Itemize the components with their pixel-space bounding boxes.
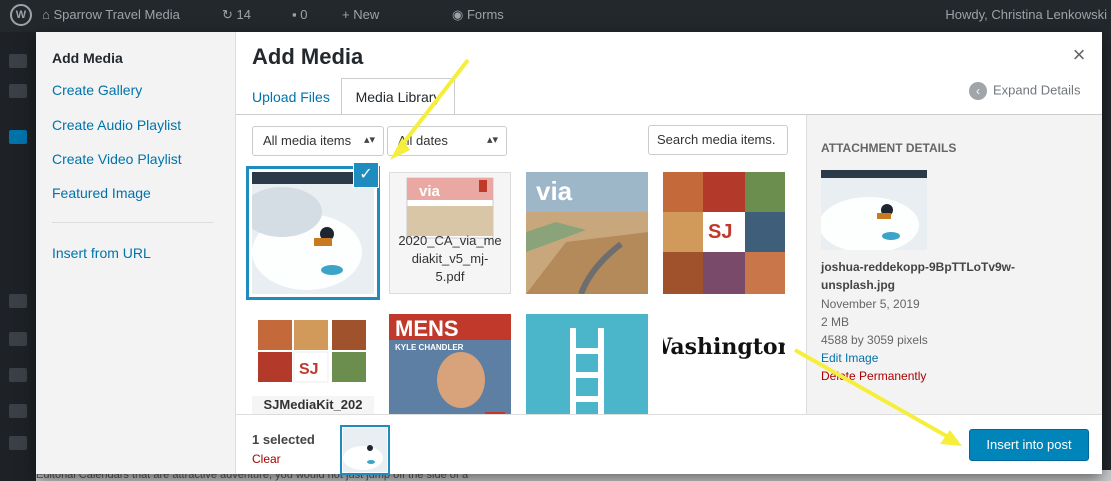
mens-journal-logo: MENS xyxy=(395,316,459,341)
wapo-logo-text: The Washington Post xyxy=(663,334,785,360)
pdf-filename: 2020_CA_via_me diakit_v5_mj- 5.pdf xyxy=(389,232,511,286)
media-icon[interactable] xyxy=(9,294,27,308)
attachment-details-title: Attachment Details xyxy=(821,141,957,155)
selected-thumbnail[interactable] xyxy=(343,428,387,472)
close-icon[interactable]: × xyxy=(1066,42,1092,68)
menu-item-featured-image[interactable]: Featured Image xyxy=(52,185,151,201)
comments-link[interactable]: ▪ 0 xyxy=(292,7,307,22)
pdf-filename-line: 2020_CA_via_me xyxy=(398,233,502,248)
snowboarder-thumbnail xyxy=(252,172,374,294)
date-filter[interactable]: All dates ▴▾ xyxy=(387,126,507,156)
expand-details-label: Expand Details xyxy=(993,82,1081,98)
menu-item-add-media[interactable]: Add Media xyxy=(52,50,123,66)
media-modal: Add Media Create Gallery Create Audio Pl… xyxy=(36,32,1102,474)
clear-selection-link[interactable]: Clear xyxy=(252,452,281,466)
sj-collage-thumbnail: SJ xyxy=(663,172,785,294)
updates-link[interactable]: ↻ 14 xyxy=(222,7,251,23)
attachment-pdf-mediakit[interactable]: via 2020_CA_via_me diakit_v5_mj- 5.pdf xyxy=(389,172,511,294)
attachment-dimensions: 4588 by 3059 pixels xyxy=(821,333,928,347)
attachment-filesize: 2 MB xyxy=(821,315,850,329)
media-type-filter[interactable]: All media items ▴▾ xyxy=(252,126,384,156)
menu-item-create-video-playlist[interactable]: Create Video Playlist xyxy=(52,151,182,167)
wordpress-logo-icon[interactable]: W xyxy=(10,4,32,26)
chevron-left-icon: ‹ xyxy=(969,82,987,100)
posts-icon[interactable] xyxy=(9,130,27,144)
tab-upload-files[interactable]: Upload Files xyxy=(252,89,330,105)
pdf-filename-line: 5.pdf xyxy=(435,269,465,284)
user-greeting[interactable]: Howdy, Christina Lenkowski xyxy=(945,7,1107,22)
feedback-icon[interactable] xyxy=(9,404,27,418)
expand-details-button[interactable]: ‹ Expand Details xyxy=(969,82,1080,100)
selection-count: 1 selected xyxy=(252,432,315,447)
new-content-link[interactable]: + New xyxy=(342,7,379,22)
forms-icon: ◉ xyxy=(452,7,467,22)
pdf-via-logo: via xyxy=(419,183,441,200)
comments-icon[interactable] xyxy=(9,368,27,382)
media-menu: Add Media Create Gallery Create Audio Pl… xyxy=(36,32,236,474)
select-arrow-icon: ▴▾ xyxy=(486,134,498,146)
site-name: Sparrow Travel Media xyxy=(53,7,180,22)
comment-icon: ▪ xyxy=(292,7,301,22)
comments-count: 0 xyxy=(300,7,308,22)
media-type-value: All media items xyxy=(263,133,352,148)
forms-link[interactable]: ◉ Forms xyxy=(452,7,504,23)
attachment-sj-collage[interactable]: SJ xyxy=(663,172,785,294)
sj-mediakit-logo: SJ xyxy=(299,361,319,378)
menu-item-create-gallery[interactable]: Create Gallery xyxy=(52,82,142,98)
media-toolbar: 1 selected Clear Insert into post xyxy=(236,414,1102,474)
attachment-snowboarder-image[interactable] xyxy=(252,172,374,294)
insert-into-post-button[interactable]: Insert into post xyxy=(969,429,1089,461)
tab-media-library[interactable]: Media Library xyxy=(341,78,455,115)
menu-item-create-audio-playlist[interactable]: Create Audio Playlist xyxy=(52,117,181,133)
modal-title: Add Media xyxy=(252,44,364,69)
attachment-filename: joshua-reddekopp-9BpTTLoTv9w-unsplash.jp… xyxy=(821,260,1016,292)
home-icon: ⌂ xyxy=(42,7,54,22)
snowboarder-thumbnail xyxy=(343,428,387,472)
chandler-cover-line: KYLE CHANDLER xyxy=(395,343,464,352)
menu-item-insert-from-url[interactable]: Insert from URL xyxy=(52,245,151,261)
search-media-input[interactable]: Search media items. xyxy=(648,125,788,155)
jetpack-icon[interactable] xyxy=(9,84,27,98)
pin-icon[interactable] xyxy=(9,436,27,450)
menu-separator xyxy=(52,222,214,223)
attachment-details-panel: Attachment Details joshua-reddekopp-9BpT… xyxy=(806,115,1102,415)
date-filter-value: All dates xyxy=(398,133,448,148)
sj-mediakit-filename: SJMediaKit_202 xyxy=(252,396,374,416)
details-thumbnail xyxy=(821,170,927,250)
forms-label: Forms xyxy=(466,7,504,22)
admin-sidebar xyxy=(0,32,36,481)
edit-image-link[interactable]: Edit Image xyxy=(821,351,878,365)
selected-checkmark-icon[interactable]: ✓ xyxy=(354,163,378,187)
snowboarder-thumbnail xyxy=(821,170,927,250)
admin-bar: W ⌂ Sparrow Travel Media ↻ 14 ▪ 0 + New … xyxy=(0,0,1111,32)
dashboard-icon[interactable] xyxy=(9,54,27,68)
site-name-link[interactable]: ⌂ Sparrow Travel Media xyxy=(42,7,180,22)
sj-logo-text: SJ xyxy=(708,221,732,243)
delete-permanently-link[interactable]: Delete Permanently xyxy=(821,369,926,383)
via-logo-text: via xyxy=(536,176,573,206)
pdf-filename-line: diakit_v5_mj- xyxy=(411,251,489,266)
updates-icon: ↻ xyxy=(222,7,237,22)
pages-icon[interactable] xyxy=(9,332,27,346)
updates-count: 14 xyxy=(236,7,251,22)
attachment-via-magazine-cover[interactable]: via xyxy=(526,172,648,294)
attachment-date: November 5, 2019 xyxy=(821,297,920,311)
select-arrow-icon: ▴▾ xyxy=(363,134,375,146)
via-cover-thumbnail: via xyxy=(526,172,648,294)
